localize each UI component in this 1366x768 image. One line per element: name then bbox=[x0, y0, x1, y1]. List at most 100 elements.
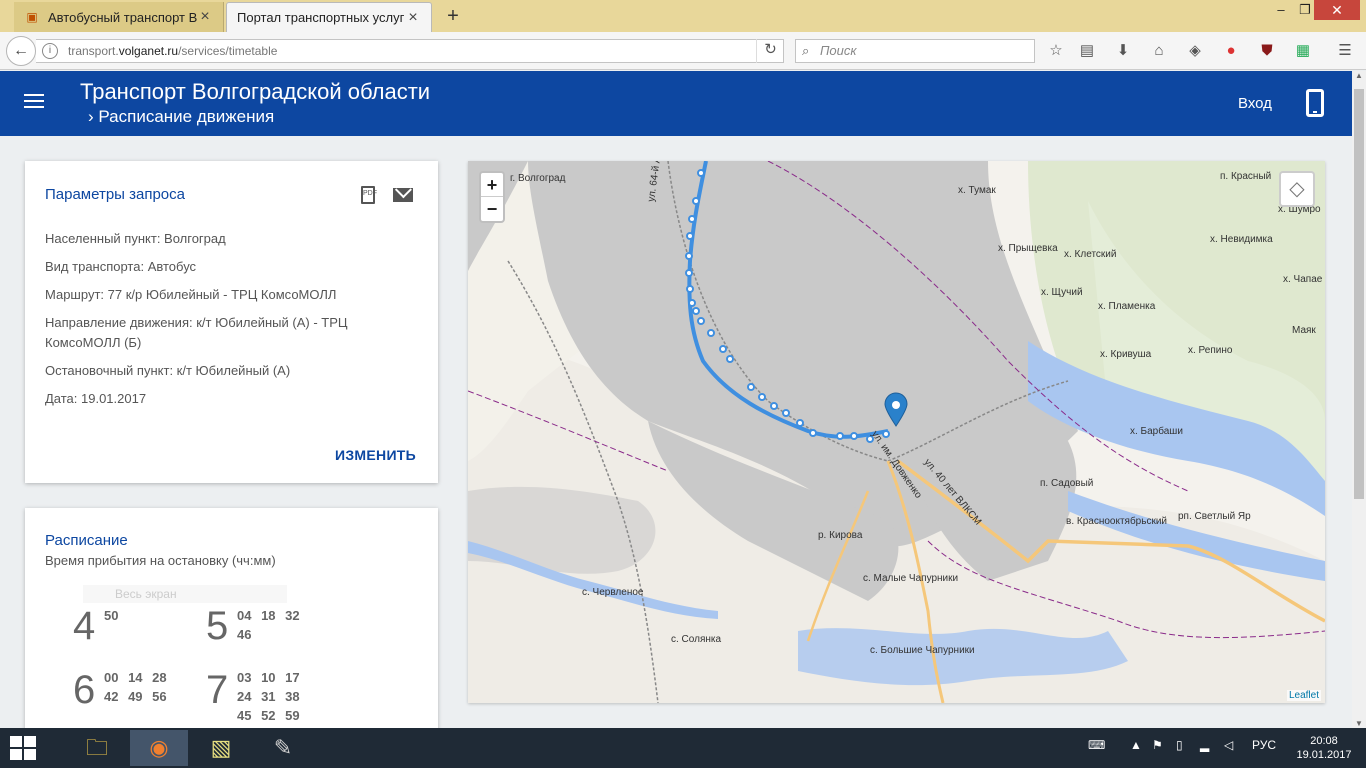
flag-icon[interactable]: ⚑ bbox=[1152, 738, 1163, 752]
clock-time: 20:08 bbox=[1310, 735, 1338, 747]
page-scrollbar[interactable]: ▲ ▼ bbox=[1352, 71, 1366, 728]
volume-icon[interactable]: ◁ bbox=[1224, 738, 1233, 752]
home-icon[interactable]: ⌂ bbox=[1148, 40, 1170, 62]
schedule-minutes: 03 10 17 24 31 38 45 52 59 bbox=[237, 668, 300, 725]
zoom-out-button[interactable]: − bbox=[481, 197, 503, 221]
url-bar[interactable]: i transport.volganet.ru/services/timetab… bbox=[36, 39, 784, 63]
schedule-hour: 5 bbox=[206, 604, 229, 648]
params-list: Населенный пункт: Волгоград Вид транспор… bbox=[45, 229, 405, 417]
network-icon[interactable]: ▂ bbox=[1200, 738, 1209, 752]
search-input[interactable]: ⌕ Поиск bbox=[795, 39, 1035, 63]
firefox-icon[interactable]: ◉ bbox=[130, 730, 188, 766]
breadcrumb: › Расписание движения bbox=[88, 107, 274, 127]
reading-list-icon[interactable]: ▤ bbox=[1076, 40, 1098, 62]
url-path: /services/timetable bbox=[178, 44, 278, 58]
extension-colors-icon[interactable]: ● bbox=[1220, 40, 1242, 62]
pocket-icon[interactable]: ◈ bbox=[1184, 40, 1206, 62]
url-prefix: transport. bbox=[68, 44, 119, 58]
tray-arrow-icon[interactable]: ▲ bbox=[1130, 738, 1142, 752]
url-host: volganet.ru bbox=[118, 44, 179, 58]
reload-icon[interactable]: ↻ bbox=[756, 39, 784, 63]
route-stops-layer bbox=[685, 169, 908, 443]
language-indicator[interactable]: РУС bbox=[1252, 738, 1276, 752]
search-icon: ⌕ bbox=[802, 43, 810, 58]
schedule-minutes: 50 bbox=[104, 606, 118, 625]
ublock-icon[interactable]: ⛊ bbox=[1256, 40, 1278, 62]
zoom-in-button[interactable]: + bbox=[481, 173, 503, 197]
param-direction: Направление движения: к/т Юбилейный (А) … bbox=[45, 315, 348, 350]
back-arrow-icon[interactable]: ← bbox=[6, 36, 36, 66]
map-label: Маяк bbox=[1292, 325, 1316, 336]
schedule-title: Расписание bbox=[45, 532, 128, 549]
map-label: с. Большие Чапурники bbox=[870, 645, 975, 656]
windows-taskbar: 🗀 ◉ ▧ ✎ ⌨ ▲ ⚑ ▯ ▂ ◁ РУС 20:08 19.01.2017 bbox=[0, 728, 1366, 768]
scroll-down-arrow[interactable]: ▼ bbox=[1352, 719, 1366, 728]
map-label: х. Чапае bbox=[1283, 274, 1323, 285]
browser-tab-bus-transport[interactable]: ▣ Автобусный транспорт В... × bbox=[14, 2, 224, 32]
minutes-row: 50 bbox=[104, 608, 119, 623]
hamburger-menu-icon[interactable] bbox=[24, 94, 44, 110]
map-label: с. Червленое bbox=[582, 587, 644, 598]
keyboard-icon[interactable]: ⌨ bbox=[1088, 738, 1105, 752]
scroll-up-arrow[interactable]: ▲ bbox=[1352, 71, 1366, 80]
mobile-phone-icon[interactable] bbox=[1306, 89, 1324, 117]
map-label: в. Краснооктябрьский bbox=[1066, 516, 1167, 527]
info-icon[interactable]: i bbox=[42, 43, 58, 59]
clock[interactable]: 20:08 19.01.2017 bbox=[1294, 734, 1354, 762]
tab-close-icon[interactable]: × bbox=[405, 9, 421, 27]
map-label: х. Клетский bbox=[1064, 249, 1117, 260]
map-label: х. Репино bbox=[1188, 345, 1233, 356]
site-header: Транспорт Волгоградской области › Распис… bbox=[0, 71, 1352, 136]
schedule-minutes: 00 14 28 42 49 56 bbox=[104, 668, 167, 706]
minutes-row: 03 10 17 bbox=[237, 670, 300, 685]
schedule-card: Расписание Время прибытия на остановку (… bbox=[25, 508, 438, 738]
param-date: Дата: 19.01.2017 bbox=[45, 391, 147, 406]
windows-start-icon[interactable] bbox=[10, 736, 36, 760]
app-icon[interactable]: ▧ bbox=[192, 730, 250, 766]
menu-icon[interactable]: ☰ bbox=[1334, 40, 1356, 62]
map-label: с. Солянка bbox=[671, 634, 722, 645]
file-explorer-icon[interactable]: 🗀 bbox=[68, 730, 126, 766]
speech-bubble-icon: ▣ bbox=[26, 10, 38, 24]
map-label: с. Малые Чапурники bbox=[863, 573, 959, 584]
params-title: Параметры запроса bbox=[45, 186, 185, 203]
breadcrumb-item: Расписание движения bbox=[98, 107, 275, 126]
param-route: Маршрут: 77 к/р Юбилейный - ТРЦ КомсоМОЛ… bbox=[45, 287, 337, 302]
tab-label: Автобусный транспорт В... bbox=[48, 9, 197, 25]
minutes-row: 04 18 32 bbox=[237, 608, 300, 623]
chevron-right-icon: › bbox=[88, 107, 99, 126]
browser-tab-transport-portal[interactable]: Портал транспортных услуг ... × bbox=[226, 2, 432, 32]
route-map[interactable]: г. Волгоград х. Тумак п. Красный х. Шумр… bbox=[468, 161, 1325, 703]
search-placeholder: Поиск bbox=[820, 43, 857, 58]
login-link[interactable]: Вход bbox=[1238, 95, 1272, 112]
minutes-row: 46 bbox=[237, 627, 252, 642]
map-label: п. Садовый bbox=[1040, 478, 1094, 489]
leaflet-attribution[interactable]: Leaflet bbox=[1286, 690, 1321, 701]
map-label: х. Невидимка bbox=[1210, 234, 1273, 245]
map-label: х. Пламенка bbox=[1098, 301, 1156, 312]
layers-icon[interactable]: ◇ bbox=[1279, 171, 1315, 207]
schedule-hour: 7 bbox=[206, 668, 229, 712]
map-label: х. Щучий bbox=[1041, 287, 1083, 298]
email-icon[interactable] bbox=[393, 188, 413, 202]
scroll-thumb[interactable] bbox=[1354, 89, 1364, 499]
battery-icon[interactable]: ▯ bbox=[1176, 738, 1183, 752]
new-tab-button[interactable]: + bbox=[442, 4, 464, 28]
paint-icon[interactable]: ✎ bbox=[254, 730, 312, 766]
extension-icon[interactable]: ▦ bbox=[1292, 40, 1314, 62]
bookmark-star-icon[interactable]: ☆ bbox=[1045, 40, 1067, 62]
fullscreen-button[interactable]: Весь экран bbox=[83, 585, 287, 603]
schedule-subtitle: Время прибытия на остановку (чч:мм) bbox=[45, 553, 276, 568]
clock-date: 19.01.2017 bbox=[1296, 749, 1352, 761]
change-button[interactable]: ИЗМЕНИТЬ bbox=[335, 447, 416, 463]
param-transport: Вид транспорта: Автобус bbox=[45, 259, 197, 274]
map-label: х. Барбаши bbox=[1130, 426, 1183, 437]
pdf-icon[interactable]: PDF bbox=[361, 186, 377, 204]
window-close-button[interactable]: ✕ bbox=[1314, 0, 1360, 20]
download-icon[interactable]: ⬇ bbox=[1112, 40, 1134, 62]
tab-close-icon[interactable]: × bbox=[197, 8, 213, 26]
param-locality: Населенный пункт: Волгоград bbox=[45, 231, 226, 246]
map-label: г. Волгоград bbox=[510, 173, 566, 184]
stop-marker-icon bbox=[884, 392, 908, 427]
zoom-control: + − bbox=[479, 171, 505, 223]
